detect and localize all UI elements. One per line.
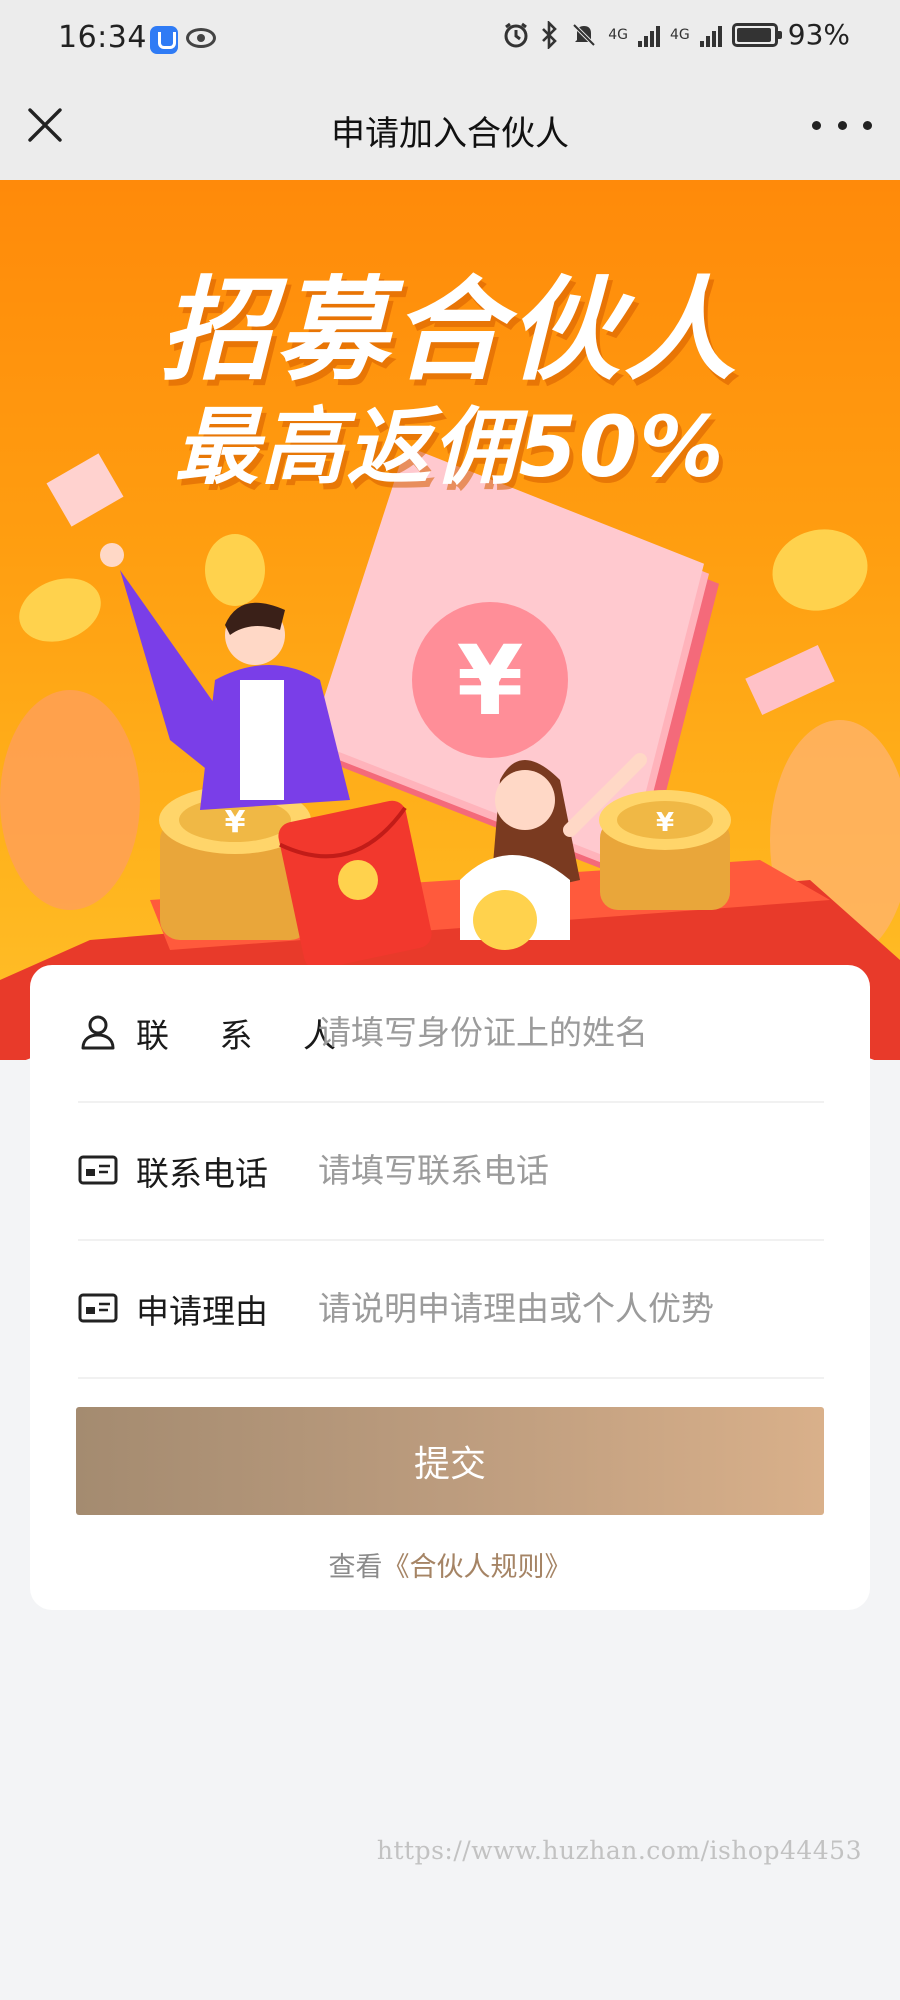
coin-yen-symbol: ¥ bbox=[656, 808, 674, 838]
application-reason-label: 申请理由 bbox=[136, 1292, 268, 1331]
floating-coin bbox=[205, 534, 265, 606]
bluetooth-icon bbox=[542, 20, 558, 49]
bg-blob bbox=[0, 690, 140, 910]
coin-stack-right: ¥ bbox=[599, 790, 731, 910]
mute-icon bbox=[572, 23, 596, 46]
coin-yen-symbol: ¥ bbox=[225, 805, 246, 840]
status-icons: 4G 4G 93% bbox=[502, 18, 850, 51]
signal-icon bbox=[699, 23, 722, 47]
rules-line: 查看《合伙人规则》 bbox=[30, 1545, 870, 1584]
nav-bar: 申请加入合伙人 bbox=[0, 80, 900, 180]
battery-icon bbox=[731, 22, 782, 47]
battery-percent: 93% bbox=[787, 18, 850, 51]
submit-button[interactable]: 提交 bbox=[76, 1407, 824, 1515]
eye-icon bbox=[186, 28, 216, 48]
contact-phone-input[interactable] bbox=[318, 1139, 818, 1201]
more-icon[interactable] bbox=[812, 110, 872, 140]
banner-headline: 招募合伙人 bbox=[160, 266, 740, 396]
contact-phone-label: 联系电话 bbox=[136, 1154, 268, 1193]
application-form-card: 联 系 人 联系电话 申请理由 提交 查看《合伙人规则》 bbox=[30, 965, 870, 1610]
flying-note bbox=[745, 644, 835, 716]
promo-banner: ¥ ¥ ¥ 招募合伙人 最高返佣50% bbox=[0, 180, 900, 1060]
contact-phone-row: 联系电话 bbox=[78, 1103, 824, 1241]
contact-name-input[interactable] bbox=[318, 1001, 818, 1063]
application-reason-row: 申请理由 bbox=[78, 1241, 824, 1379]
watermark-url: https://www.huzhan.com/ishop44453 bbox=[376, 1836, 862, 1865]
page-title: 申请加入合伙人 bbox=[331, 114, 569, 154]
alarm-icon bbox=[504, 22, 528, 47]
application-reason-input[interactable] bbox=[318, 1277, 818, 1339]
banknote-yen-symbol: ¥ bbox=[457, 625, 524, 737]
signal-icon bbox=[638, 23, 660, 47]
network-type-1: 4G bbox=[608, 26, 628, 43]
network-type-2: 4G bbox=[670, 26, 690, 43]
rules-prefix: 查看 bbox=[328, 1552, 383, 1583]
status-time: 16:34 bbox=[58, 20, 147, 55]
partner-rules-link[interactable]: 《合伙人规则》 bbox=[383, 1552, 572, 1583]
app-shield-icon bbox=[150, 26, 178, 54]
id-card-icon bbox=[78, 1293, 118, 1323]
banner-subheadline: 最高返佣50% bbox=[174, 398, 726, 496]
floating-coin bbox=[19, 578, 101, 642]
contact-name-row: 联 系 人 bbox=[78, 965, 824, 1103]
status-bar: 16:34 4G 4G 93% bbox=[0, 0, 900, 80]
floating-coin bbox=[772, 529, 868, 611]
id-card-icon bbox=[78, 1155, 118, 1185]
person-icon bbox=[81, 1015, 115, 1050]
